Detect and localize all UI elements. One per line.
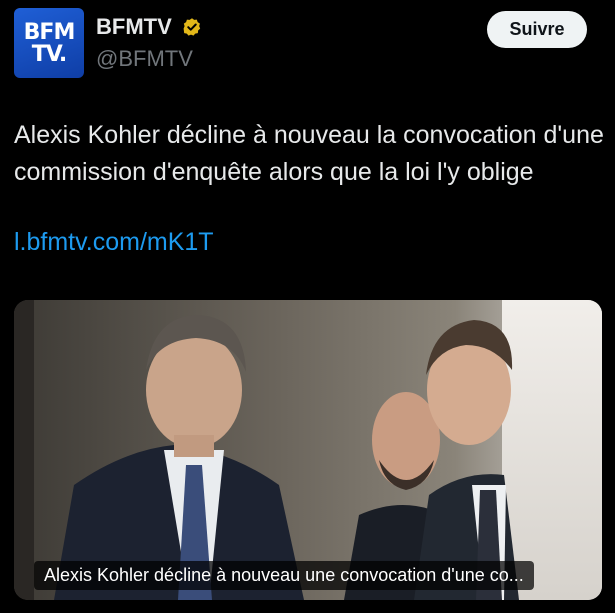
account-name-block[interactable]: BFMTV @BFMTV bbox=[96, 14, 202, 72]
verified-badge-icon bbox=[183, 18, 201, 36]
display-name[interactable]: BFMTV bbox=[96, 14, 172, 40]
tweet-text: Alexis Kohler décline à nouveau la convo… bbox=[14, 121, 604, 186]
avatar-logo-line1: BFM bbox=[23, 20, 76, 45]
card-caption: Alexis Kohler décline à nouveau une conv… bbox=[34, 561, 534, 590]
avatar-logo-line2: TV. bbox=[31, 42, 68, 67]
avatar[interactable]: BFM TV. bbox=[14, 8, 84, 78]
tweet-link[interactable]: l.bfmtv.com/mK1T bbox=[14, 228, 214, 257]
follow-button[interactable]: Suivre bbox=[487, 11, 587, 48]
tweet: BFM TV. BFMTV @BFMTV Suivre Alexis Kohle… bbox=[0, 0, 615, 613]
link-card[interactable]: Alexis Kohler décline à nouveau une conv… bbox=[14, 300, 602, 600]
account-handle[interactable]: @BFMTV bbox=[96, 46, 202, 72]
card-photo bbox=[14, 300, 602, 600]
